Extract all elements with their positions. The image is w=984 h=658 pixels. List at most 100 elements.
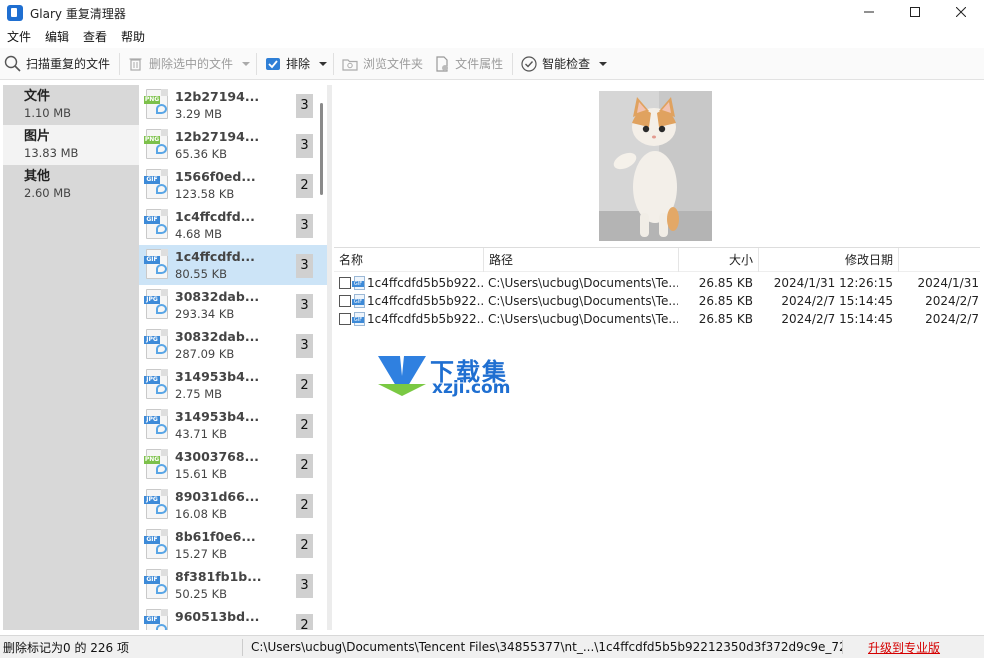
window-controls [846, 0, 984, 24]
duplicate-count-badge: 3 [296, 294, 313, 318]
smart-check-dropdown-button[interactable] [596, 50, 610, 78]
category-pane: 文件 1.10 MB 图片 13.83 MB 其他 2.60 MB [3, 85, 139, 630]
column-extra-header[interactable] [899, 248, 980, 272]
maximize-icon [910, 7, 920, 17]
file-size: 287.09 KB [175, 347, 235, 361]
file-list-item[interactable]: GIF 8b61f0e6... 15.27 KB 2 [139, 525, 327, 565]
file-size: 65.36 KB [175, 147, 228, 161]
image-file-icon: GIF [144, 169, 170, 201]
duplicate-count-badge: 2 [296, 494, 313, 518]
site-watermark: 下载集 xzji.com [376, 352, 526, 402]
detail-modified-date: 2024/2/7 15:14:45 [781, 294, 893, 308]
file-properties-label: 文件属性 [455, 57, 504, 71]
file-list-item[interactable]: JPG 30832dab... 287.09 KB 3 [139, 325, 327, 365]
delete-dropdown-button[interactable] [239, 50, 253, 78]
menu-file[interactable]: 文件 [0, 26, 38, 48]
file-name: 314953b4... [175, 369, 260, 384]
toolbar-separator [512, 52, 514, 75]
exclude-icon [264, 55, 281, 72]
duplicate-count-badge: 3 [296, 334, 313, 358]
smart-check-button[interactable]: 智能检查 [516, 50, 596, 78]
detail-row[interactable]: GIF 1c4ffcdfd5b5b922... C:\Users\ucbug\Doc… [334, 274, 980, 292]
scan-duplicates-button[interactable]: 扫描重复的文件 [0, 50, 116, 78]
upgrade-link[interactable]: 升级到专业版 [843, 639, 940, 656]
exclude-button[interactable]: 排除 [260, 50, 316, 78]
file-name: 89031d66... [175, 489, 260, 504]
category-documents[interactable]: 文件 1.10 MB [3, 85, 139, 125]
toolbar-separator [119, 52, 121, 75]
menu-view[interactable]: 查看 [76, 26, 114, 48]
file-list-item[interactable]: GIF 1c4ffcdfd... 80.55 KB 3 [139, 245, 327, 285]
file-list-item[interactable]: GIF 8f381fb1b... 50.25 KB 3 [139, 565, 327, 605]
file-name: 1c4ffcdfd... [175, 209, 255, 224]
category-name: 图片 [24, 129, 51, 144]
category-other[interactable]: 其他 2.60 MB [3, 165, 139, 205]
duplicate-detail-table: 名称 路径 大小 修改日期 GIF 1c4ffcdfd5b5b922... C:\U… [334, 247, 980, 612]
image-file-icon: JPG [144, 369, 170, 401]
column-size-header[interactable]: 大小 [679, 248, 759, 272]
image-file-icon: GIF [144, 249, 170, 281]
category-size: 2.60 MB [24, 186, 72, 200]
file-size: 15.27 KB [175, 547, 228, 561]
category-images[interactable]: 图片 13.83 MB [3, 125, 139, 165]
exclude-dropdown-button[interactable] [316, 50, 330, 78]
minimize-button[interactable] [846, 0, 892, 24]
detail-file-size: 26.85 KB [698, 276, 753, 290]
file-size: 80.55 KB [175, 267, 228, 281]
file-list-item[interactable]: JPG 314953b4... 43.71 KB 2 [139, 405, 327, 445]
file-properties-button[interactable]: 文件属性 [429, 50, 509, 78]
file-list-item[interactable]: GIF 1566f0ed... 123.58 KB 2 [139, 165, 327, 205]
detail-modified-date: 2024/1/31 12:26:15 [773, 276, 893, 290]
row-checkbox[interactable] [339, 295, 351, 307]
list-scrollbar-thumb[interactable] [320, 103, 323, 195]
file-list-item[interactable]: PNG 12b27194... 3.29 MB 3 [139, 85, 327, 125]
app-logo-icon [7, 5, 23, 21]
gif-file-icon: GIF [352, 293, 366, 309]
menu-bar: 文件 编辑 查看 帮助 [0, 26, 984, 48]
browse-folder-button[interactable]: 浏览文件夹 [337, 50, 429, 78]
close-button[interactable] [938, 0, 984, 24]
file-list-item[interactable]: JPG 314953b4... 2.75 MB 2 [139, 365, 327, 405]
file-list-item[interactable]: PNG 43003768... 15.61 KB 2 [139, 445, 327, 485]
menu-help[interactable]: 帮助 [114, 26, 152, 48]
file-list-item[interactable]: PNG 12b27194... 65.36 KB 3 [139, 125, 327, 165]
close-icon [956, 7, 966, 17]
row-checkbox[interactable] [339, 277, 351, 289]
detail-file-path: C:\Users\ucbug\Documents\Te... [488, 276, 678, 290]
detail-extra-date: 2024/1/31 [917, 276, 979, 290]
image-file-icon: JPG [144, 409, 170, 441]
status-bar: 删除标记为0 的 226 项 C:\Users\ucbug\Documents\… [0, 635, 984, 658]
delete-selected-label: 删除选中的文件 [149, 57, 234, 71]
file-list-item[interactable]: GIF 1c4ffcdfd... 4.68 MB 3 [139, 205, 327, 245]
trash-icon [127, 55, 144, 72]
toolbar: 扫描重复的文件 删除选中的文件 排除 浏览文件夹 文件属性 智能检查 [0, 48, 984, 80]
image-file-icon: GIF [144, 569, 170, 601]
file-name: 30832dab... [175, 289, 260, 304]
row-checkbox[interactable] [339, 313, 351, 325]
maximize-button[interactable] [892, 0, 938, 24]
browse-folder-label: 浏览文件夹 [363, 57, 424, 71]
file-name: 1566f0ed... [175, 169, 256, 184]
file-name: 960513bd... [175, 609, 260, 624]
column-path-header[interactable]: 路径 [484, 248, 679, 272]
file-list-item[interactable]: JPG 89031d66... 16.08 KB 2 [139, 485, 327, 525]
detail-file-path: C:\Users\ucbug\Documents\Te... [488, 312, 678, 326]
file-list-item[interactable]: JPG 30832dab... 293.34 KB 3 [139, 285, 327, 325]
file-name: 12b27194... [175, 89, 260, 104]
status-count: 删除标记为0 的 226 项 [0, 638, 243, 656]
scan-label: 扫描重复的文件 [26, 57, 111, 71]
column-modified-header[interactable]: 修改日期 [759, 248, 899, 272]
duplicate-count-badge: 2 [296, 174, 313, 198]
status-path: C:\Users\ucbug\Documents\Tencent Files\3… [243, 640, 843, 654]
detail-file-name: 1c4ffcdfd5b5b922... [367, 312, 483, 326]
delete-selected-button[interactable]: 删除选中的文件 [123, 50, 239, 78]
file-list-item[interactable]: GIF 960513bd... 2 [139, 605, 327, 630]
detail-row[interactable]: GIF 1c4ffcdfd5b5b922... C:\Users\ucbug\Doc… [334, 292, 980, 310]
detail-file-size: 26.85 KB [698, 294, 753, 308]
detail-extra-date: 2024/2/7 [925, 312, 979, 326]
file-name: 314953b4... [175, 409, 260, 424]
column-name-header[interactable]: 名称 [334, 248, 484, 272]
detail-row[interactable]: GIF 1c4ffcdfd5b5b922... C:\Users\ucbug\Doc… [334, 310, 980, 328]
search-icon [4, 55, 21, 72]
menu-edit[interactable]: 编辑 [38, 26, 76, 48]
